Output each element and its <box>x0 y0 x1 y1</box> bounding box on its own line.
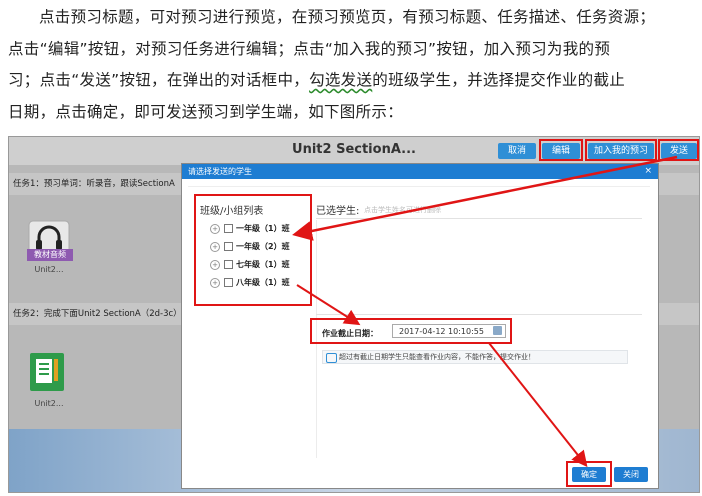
paragraph-line-2: 点击“编辑”按钮，对预习任务进行编辑；点击“加入我的预习”按钮，加入预习为我的预 <box>8 39 611 58</box>
dialog-divider <box>188 186 650 187</box>
dialog-header: 请选择发送的学生 × <box>182 164 658 179</box>
info-icon <box>326 353 337 363</box>
class-list-highlight-box <box>194 194 312 306</box>
audio-badge: 教材音频 <box>27 249 73 261</box>
close-button[interactable]: 关闭 <box>614 467 648 482</box>
edit-highlight-box <box>539 139 583 161</box>
paragraph-line-3b: 勾选发送 <box>309 71 373 89</box>
cancel-button[interactable]: 取消 <box>498 143 536 159</box>
paragraph-line-4: 日期，点击确定，即可发送预习到学生端，如下图所示： <box>8 102 404 121</box>
document-icon[interactable] <box>27 349 67 393</box>
deadline-notice: 超过有截止日期学生只能查看作业内容，不能作答，提交作业！ <box>322 350 628 364</box>
deadline-divider <box>316 314 642 315</box>
selected-divider <box>316 218 642 219</box>
notice-text: 超过有截止日期学生只能查看作业内容，不能作答，提交作业！ <box>339 353 535 361</box>
selected-students-title: 已选学生: <box>316 206 360 217</box>
selected-students-hint: 点击学生姓名可进行删除 <box>364 206 441 214</box>
add-mine-highlight-box <box>585 139 657 161</box>
deadline-highlight-box <box>310 318 512 344</box>
close-icon[interactable]: × <box>644 164 652 179</box>
paragraph-line-1: 点击预习标题，可对预习进行预览，在预习预览页，有预习标题、任务描述、任务资源； <box>39 8 656 26</box>
resource-2-label: Unit2... <box>34 399 64 408</box>
send-dialog: 请选择发送的学生 × 班级/小组列表 + 一年级（1）班 + 一年级（2）班 + 七年… <box>181 163 659 489</box>
paragraph-line-3: 习；点击“发送”按钮，在弹出的对话框中，勾选发送的班级学生，并选择提交作业的截止 <box>8 65 698 97</box>
instruction-paragraph: 点击预习标题，可对预习进行预览，在预习预览页，有预习标题、任务描述、任务资源； … <box>8 2 698 128</box>
resource-1-label: Unit2... <box>34 265 64 274</box>
dialog-title: 请选择发送的学生 <box>188 167 252 176</box>
embedded-screenshot: Unit2 SectionA... 取消 编辑 加入我的预习 发送 任务1：预习… <box>8 136 700 493</box>
confirm-highlight-box <box>566 461 612 487</box>
send-highlight-box <box>658 139 699 161</box>
paragraph-line-3a: 习；点击“发送”按钮，在弹出的对话框中， <box>8 71 310 89</box>
paragraph-line-3c: 的班级学生，并选择提交作业的截止 <box>372 71 626 89</box>
